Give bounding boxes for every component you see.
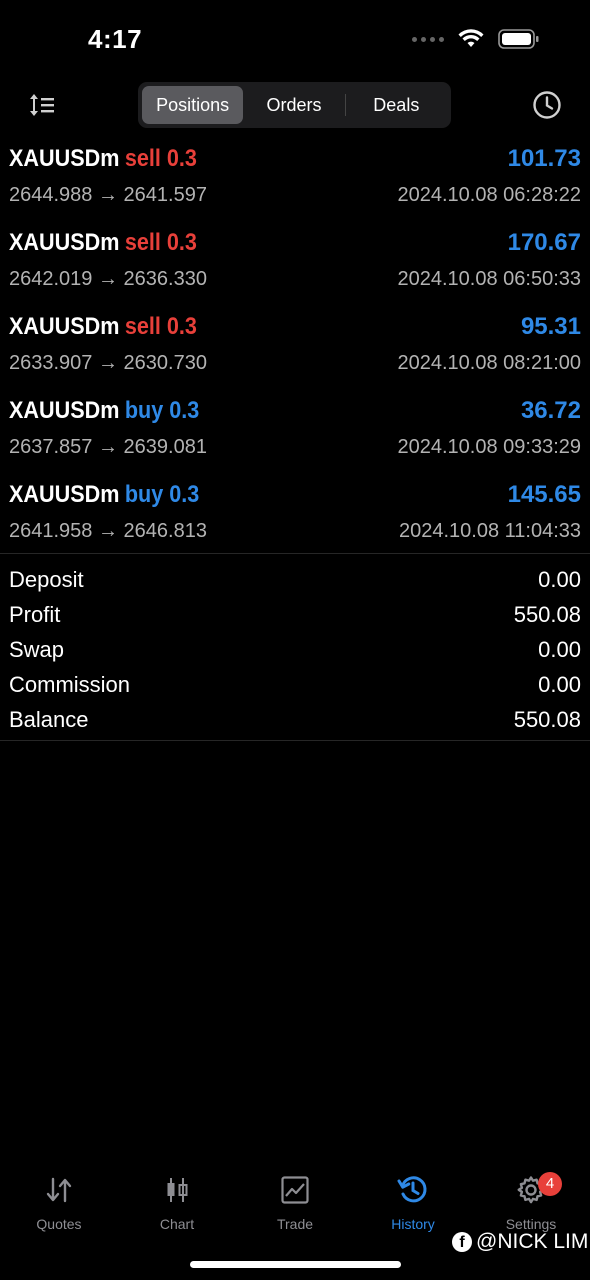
position-row[interactable]: XAUUSDm sell 0.3 101.73 2644.988 → 2641.5… (0, 140, 590, 224)
battery-icon (498, 29, 539, 49)
close-price: 2630.730 (123, 352, 207, 374)
summary-row-deposit: Deposit 0.00 (0, 562, 590, 597)
facebook-icon: f (452, 1232, 472, 1252)
history-toolbar: Positions Orders Deals (0, 82, 590, 128)
position-title: XAUUSDm sell 0.3 (9, 229, 197, 257)
summary-label: Profit (9, 602, 61, 627)
position-time: 2024.10.08 08:21:00 (397, 352, 581, 374)
account-summary: Deposit 0.00 Profit 550.08 Swap 0.00 Commis… (0, 553, 590, 741)
summary-label: Commission (9, 672, 131, 697)
history-segmented-control: Positions Orders Deals (138, 82, 451, 128)
position-prices: 2633.907 → 2630.730 (9, 352, 207, 375)
summary-value: 550.08 (513, 602, 581, 627)
position-side: sell 0.3 (124, 145, 197, 172)
open-price: 2644.988 (9, 184, 93, 206)
close-price: 2639.081 (123, 436, 207, 458)
summary-value: 0.00 (538, 567, 581, 592)
position-symbol: XAUUSDm (9, 145, 120, 172)
notification-badge: 4 (538, 1172, 562, 1196)
watermark: f @NICK LIM (452, 1230, 588, 1254)
open-price: 2642.019 (9, 268, 93, 290)
home-indicator[interactable] (190, 1261, 401, 1268)
summary-row-commission: Commission 0.00 (0, 667, 590, 702)
position-row[interactable]: XAUUSDm buy 0.3 36.72 2637.857 → 2639.081… (0, 392, 590, 476)
close-price: 2641.597 (123, 184, 207, 206)
tab-label: Trade (276, 1216, 314, 1232)
tab-chart[interactable]: Chart (118, 1170, 236, 1232)
summary-row-swap: Swap 0.00 (0, 632, 590, 667)
cellular-signal-icon (412, 36, 444, 42)
position-title: XAUUSDm sell 0.3 (9, 313, 197, 341)
status-bar: 4:17 (0, 0, 590, 80)
tab-label: Chart (159, 1216, 195, 1232)
position-prices: 2641.958 → 2646.813 (9, 520, 207, 543)
summary-row-balance: Balance 550.08 (0, 702, 590, 737)
summary-label: Balance (9, 707, 89, 732)
position-row[interactable]: XAUUSDm sell 0.3 95.31 2633.907 → 2630.73… (0, 308, 590, 392)
quotes-icon (0, 1170, 118, 1210)
gear-icon (472, 1170, 590, 1210)
position-prices: 2642.019 → 2636.330 (9, 268, 207, 291)
position-symbol: XAUUSDm (9, 481, 120, 508)
history-icon (354, 1170, 472, 1210)
position-side: sell 0.3 (124, 313, 197, 340)
close-price: 2646.813 (123, 520, 207, 542)
trade-chart-icon (236, 1170, 354, 1210)
open-price: 2633.907 (9, 352, 93, 374)
position-symbol: XAUUSDm (9, 397, 120, 424)
summary-value: 0.00 (538, 637, 581, 662)
position-title: XAUUSDm buy 0.3 (9, 397, 199, 425)
wifi-icon (458, 29, 484, 47)
tab-history[interactable]: History (354, 1170, 472, 1232)
tab-deals[interactable]: Deals (346, 86, 447, 124)
arrow-icon: → (97, 520, 118, 542)
position-profit: 170.67 (507, 229, 581, 256)
position-time: 2024.10.08 06:50:33 (397, 268, 581, 290)
tab-trade[interactable]: Trade (236, 1170, 354, 1232)
position-side: buy 0.3 (124, 481, 200, 508)
summary-label: Deposit (9, 567, 84, 592)
watermark-text: @NICK LIM (476, 1230, 589, 1253)
position-title: XAUUSDm sell 0.3 (9, 145, 197, 173)
position-symbol: XAUUSDm (9, 229, 120, 256)
position-profit: 101.73 (507, 145, 581, 172)
tab-positions[interactable]: Positions (142, 86, 244, 124)
position-prices: 2637.857 → 2639.081 (9, 436, 207, 459)
open-price: 2641.958 (9, 520, 93, 542)
open-price: 2637.857 (9, 436, 93, 458)
tab-settings[interactable]: 4 Settings (472, 1170, 590, 1232)
tab-label: Quotes (36, 1216, 82, 1232)
sort-icon[interactable] (28, 90, 58, 120)
position-time: 2024.10.08 06:28:22 (397, 184, 581, 206)
position-side: buy 0.3 (124, 397, 200, 424)
summary-row-profit: Profit 550.08 (0, 597, 590, 632)
summary-value: 550.08 (513, 707, 581, 732)
tab-quotes[interactable]: Quotes (0, 1170, 118, 1232)
position-profit: 145.65 (507, 481, 581, 508)
position-time: 2024.10.08 11:04:33 (398, 520, 581, 542)
position-row[interactable]: XAUUSDm sell 0.3 170.67 2642.019 → 2636.3… (0, 224, 590, 308)
arrow-icon: → (97, 436, 118, 458)
arrow-icon: → (97, 352, 118, 374)
position-symbol: XAUUSDm (9, 313, 120, 340)
candlestick-chart-icon (118, 1170, 236, 1210)
position-profit: 36.72 (520, 397, 581, 424)
summary-label: Swap (9, 637, 65, 662)
position-profit: 95.31 (520, 313, 581, 340)
status-icons (412, 28, 540, 50)
arrow-icon: → (97, 268, 118, 290)
summary-value: 0.00 (538, 672, 581, 697)
arrow-icon: → (97, 184, 118, 206)
position-time: 2024.10.08 09:33:29 (397, 436, 581, 458)
position-title: XAUUSDm buy 0.3 (9, 481, 199, 509)
position-side: sell 0.3 (124, 229, 197, 256)
tab-orders[interactable]: Orders (243, 86, 344, 124)
close-price: 2636.330 (123, 268, 207, 290)
positions-list: XAUUSDm sell 0.3 101.73 2644.988 → 2641.5… (0, 140, 590, 560)
clock-icon[interactable] (531, 89, 563, 121)
status-time: 4:17 (88, 24, 143, 54)
position-prices: 2644.988 → 2641.597 (9, 184, 207, 207)
position-row[interactable]: XAUUSDm buy 0.3 145.65 2641.958 → 2646.81… (0, 476, 590, 560)
